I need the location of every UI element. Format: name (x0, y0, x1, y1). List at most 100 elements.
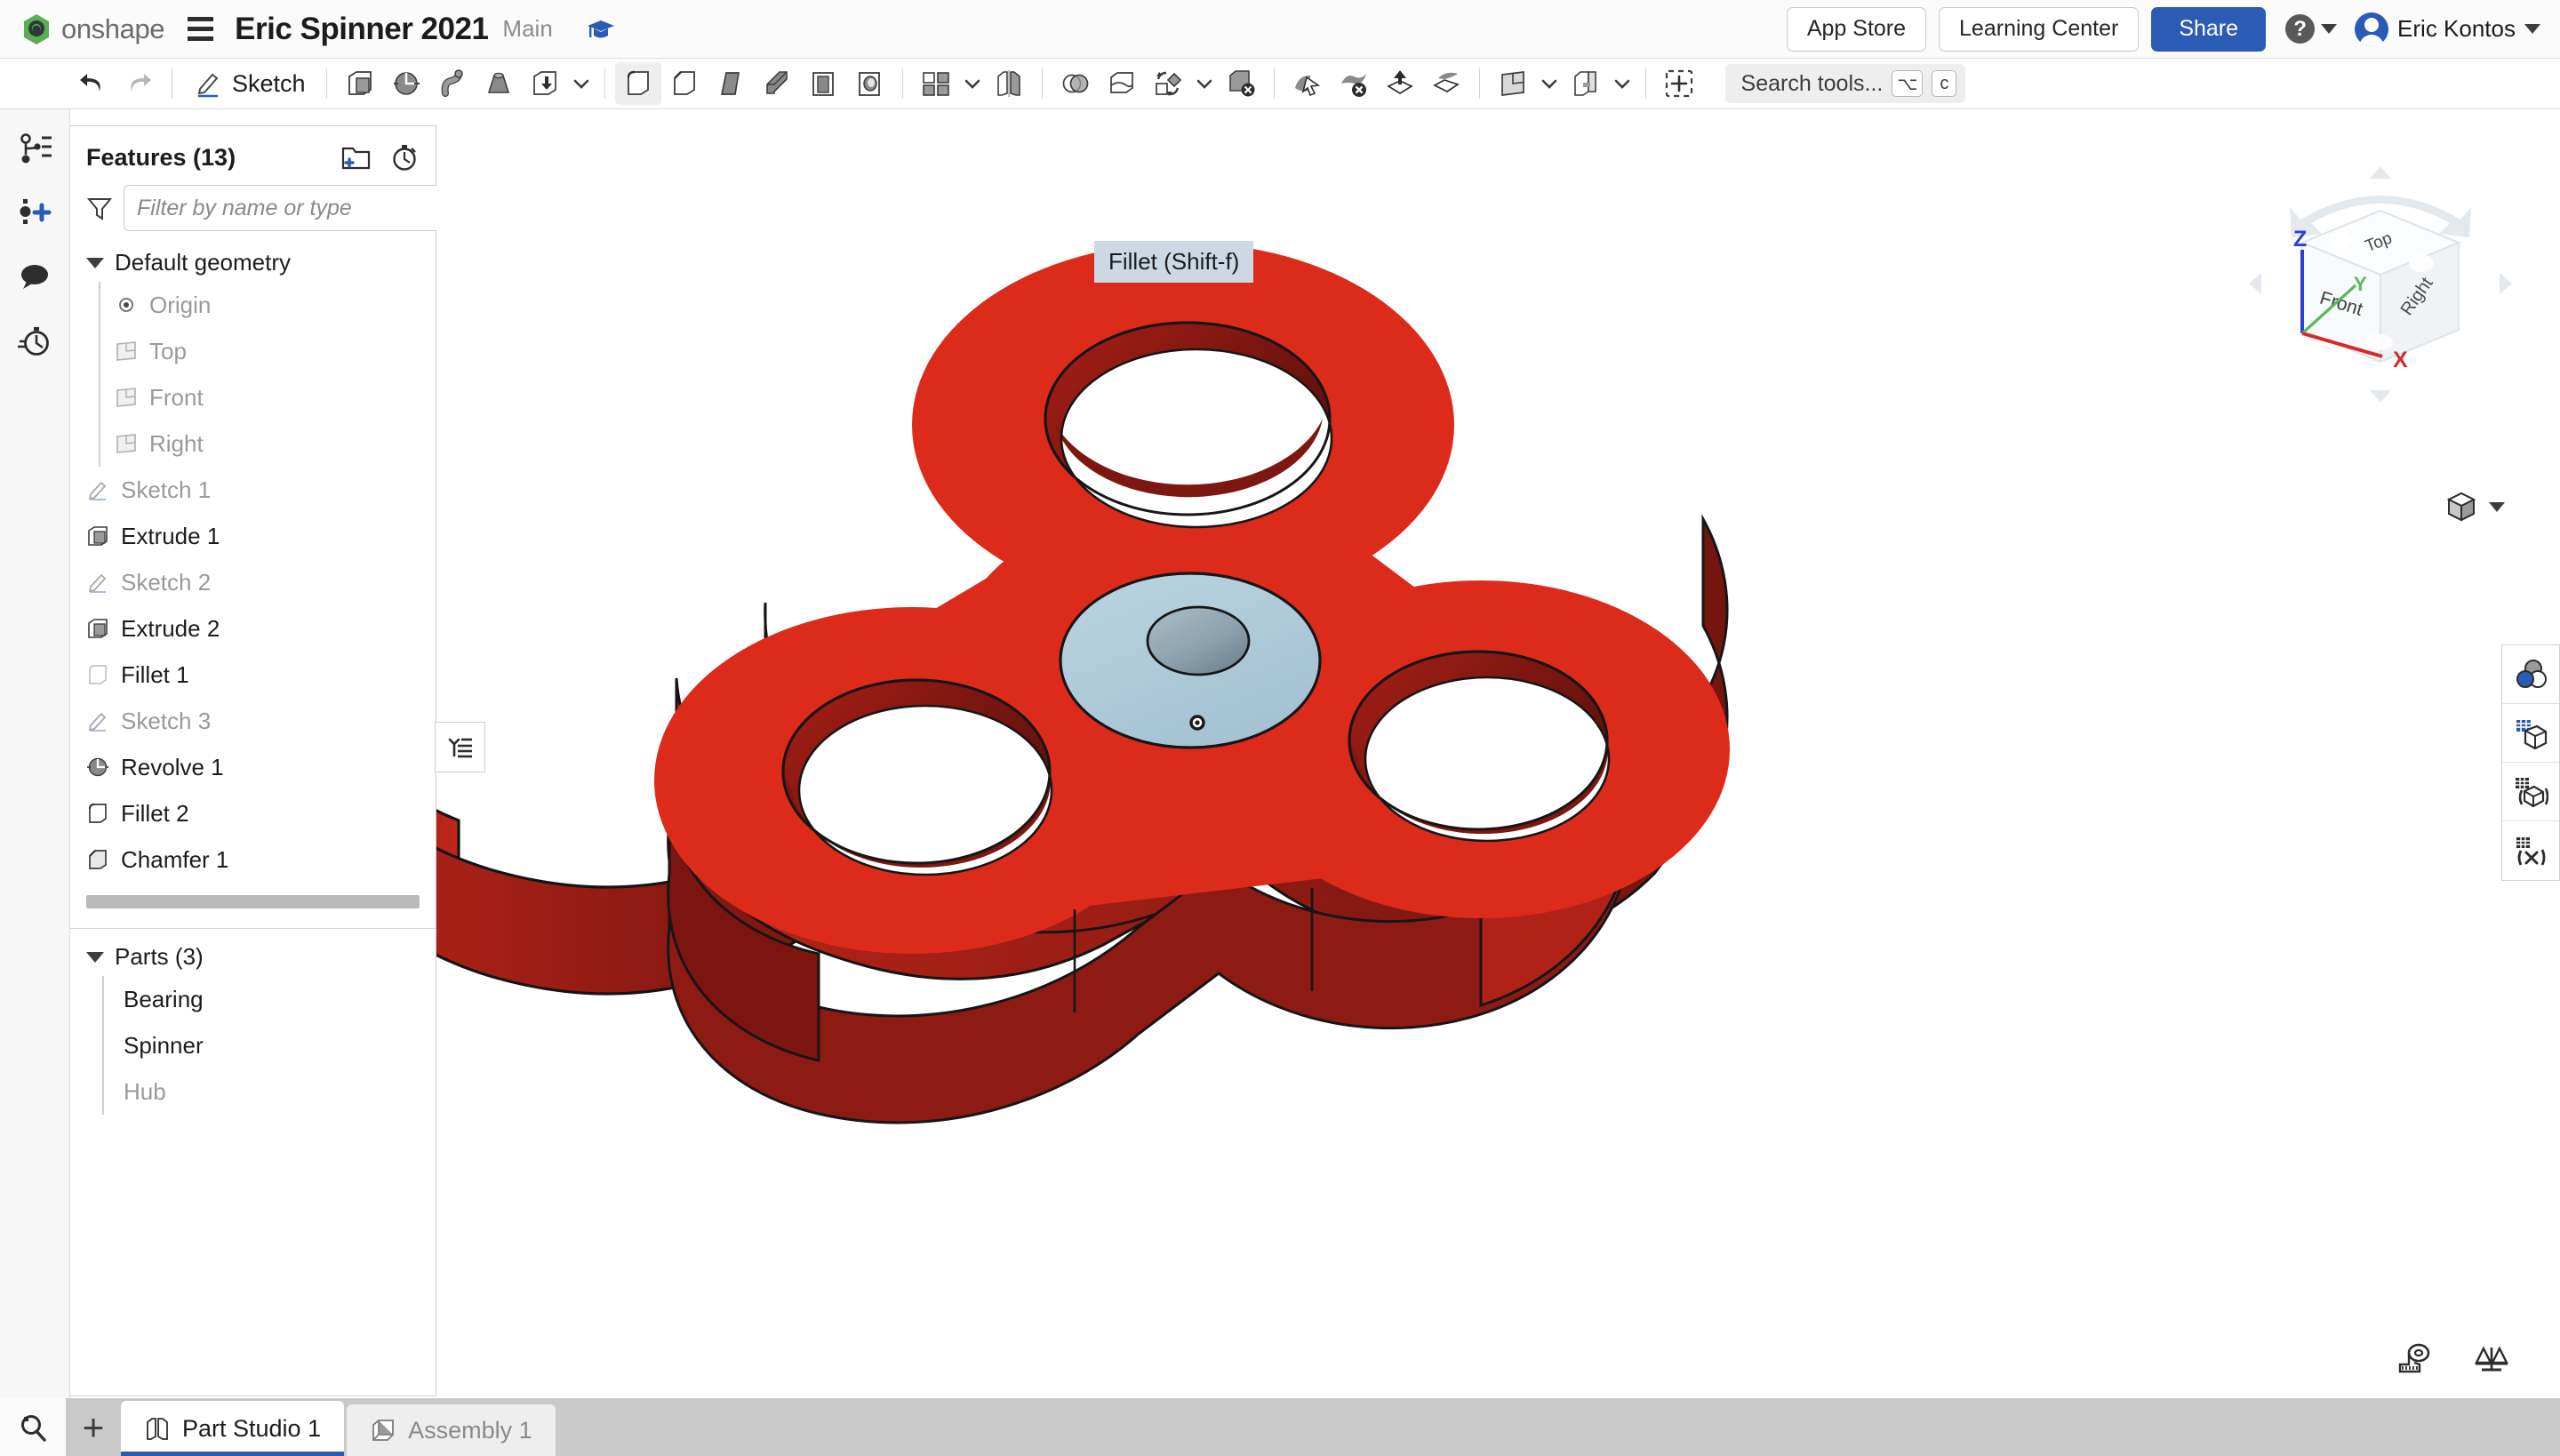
feature-tree-panel: Features (13) (70, 125, 436, 1396)
chevron-down-icon[interactable] (568, 62, 595, 105)
sketch-button[interactable]: Sketch (182, 62, 316, 105)
fidget-spinner-3d-model (436, 109, 2560, 1398)
draft-tool[interactable] (708, 62, 754, 105)
tape-measure-icon[interactable] (2395, 1338, 2436, 1379)
sidebar-item-insert-version[interactable] (11, 189, 59, 237)
right-sidebar (2501, 644, 2560, 881)
transform-tool[interactable] (1145, 62, 1191, 105)
hole-tool[interactable] (846, 62, 892, 105)
tree-item-revolve-1[interactable]: Revolve 1 (70, 744, 436, 790)
help-menu[interactable]: ? (2285, 14, 2337, 44)
add-tab-icon[interactable]: + (66, 1398, 121, 1456)
share-button[interactable]: Share (2151, 7, 2266, 52)
onshape-logo[interactable]: onshape (20, 12, 164, 46)
tree-item-front-plane[interactable]: Front (100, 374, 436, 420)
rib-tool[interactable] (754, 62, 800, 105)
scale-balance-icon[interactable] (2471, 1338, 2512, 1379)
tree-item-sketch-3[interactable]: Sketch 3 (70, 698, 436, 744)
pattern-tool[interactable] (913, 62, 959, 105)
part-properties-panel[interactable] (2502, 704, 2559, 763)
chevron-down-icon[interactable] (1191, 62, 1218, 105)
boolean-tool[interactable] (1052, 62, 1099, 105)
mirror-tool[interactable] (986, 62, 1032, 105)
tab-search-icon[interactable] (0, 1398, 66, 1456)
fillet-tool[interactable] (615, 62, 661, 105)
view-style-button[interactable] (2444, 490, 2505, 524)
sidebar-item-versions[interactable] (11, 125, 59, 173)
thicken-tool[interactable] (522, 62, 568, 105)
tree-item-sketch-1[interactable]: Sketch 1 (70, 467, 436, 513)
app-store-button[interactable]: App Store (1787, 7, 1926, 52)
tree-item-origin[interactable]: Origin (100, 282, 436, 328)
variables-panel[interactable] (2502, 821, 2559, 880)
tree-item-extrude-2[interactable]: Extrude 2 (70, 605, 436, 652)
tree-item-fillet-2[interactable]: Fillet 2 (70, 790, 436, 836)
chevron-down-icon[interactable] (1536, 62, 1563, 105)
tree-group-parts[interactable]: Parts (3) (70, 929, 436, 976)
rollback-timer-icon[interactable] (389, 142, 420, 172)
hamburger-menu-icon[interactable] (188, 17, 213, 41)
plane-tool[interactable] (1490, 62, 1536, 105)
undo-arrow-icon[interactable] (69, 62, 116, 105)
chamfer-tool[interactable] (661, 62, 708, 105)
insert-feature-tool[interactable] (1656, 62, 1702, 105)
user-menu[interactable]: Eric Kontos (2355, 12, 2540, 46)
tree-item-chamfer-1[interactable]: Chamfer 1 (70, 836, 436, 883)
help-question-icon: ? (2285, 14, 2315, 44)
model-canvas[interactable]: Fillet (Shift-f) (436, 109, 2560, 1398)
rollback-bar[interactable] (86, 895, 420, 908)
learning-center-button[interactable]: Learning Center (1939, 7, 2139, 52)
toolbar-divider (1274, 68, 1275, 99)
move-face-tool[interactable] (1377, 62, 1423, 105)
fillet-icon (86, 802, 109, 825)
tree-item-label: Extrude 1 (121, 523, 220, 550)
tree-item-right-plane[interactable]: Right (100, 420, 436, 467)
sketch-label: Sketch (232, 70, 306, 98)
shortcut-key-c: c (1932, 70, 1956, 97)
new-folder-icon[interactable] (341, 142, 372, 172)
graduation-cap-icon[interactable] (583, 12, 619, 47)
tree-group-default-geometry[interactable]: Default geometry (70, 244, 436, 282)
redo-arrow-icon[interactable] (116, 62, 162, 105)
toolbar-divider (1479, 68, 1480, 99)
view-cube[interactable]: Top Front Right Z Y X (2247, 164, 2514, 404)
loft-tool[interactable] (476, 62, 522, 105)
split-tool[interactable] (1099, 62, 1145, 105)
tree-item-extrude-1[interactable]: Extrude 1 (70, 513, 436, 559)
sketch-pencil-icon (86, 571, 109, 594)
appearance-panel[interactable] (2502, 645, 2559, 704)
tree-item-label: Origin (149, 292, 211, 319)
revolve-tool[interactable] (383, 62, 429, 105)
revolve-icon (86, 756, 109, 779)
collapse-tree-icon[interactable] (435, 722, 485, 772)
svg-text:X: X (2393, 348, 2408, 372)
sidebar-item-history[interactable] (11, 317, 59, 365)
chevron-down-icon[interactable] (959, 62, 986, 105)
tree-item-top-plane[interactable]: Top (100, 328, 436, 374)
sweep-tool[interactable] (429, 62, 476, 105)
part-label: Hub (124, 1078, 166, 1106)
part-item-hub[interactable]: Hub (104, 1068, 436, 1115)
extrude-tool[interactable] (337, 62, 383, 105)
tree-item-fillet-1[interactable]: Fillet 1 (70, 652, 436, 698)
tab-assembly-1[interactable]: Assembly 1 (347, 1404, 556, 1456)
delete-face-tool[interactable] (1331, 62, 1377, 105)
search-tools-input[interactable]: Search tools... ⌥ c (1725, 64, 1966, 103)
extend-surface-tool[interactable] (1284, 62, 1331, 105)
shell-tool[interactable] (800, 62, 846, 105)
delete-part-tool[interactable] (1218, 62, 1264, 105)
chevron-down-icon[interactable] (1609, 62, 1636, 105)
extrude-icon (86, 524, 109, 548)
chevron-down-icon (2321, 24, 2337, 34)
sidebar-item-comments[interactable] (11, 253, 59, 301)
configurations-panel[interactable] (2502, 763, 2559, 821)
part-item-bearing[interactable]: Bearing (104, 976, 436, 1022)
svg-text:Y: Y (2354, 273, 2367, 295)
feature-filter-input[interactable] (124, 185, 440, 231)
tab-part-studio-1[interactable]: Part Studio 1 (121, 1401, 344, 1456)
tree-item-sketch-2[interactable]: Sketch 2 (70, 559, 436, 605)
part-item-spinner[interactable]: Spinner (104, 1022, 436, 1068)
replace-face-tool[interactable] (1423, 62, 1469, 105)
derive-tool[interactable] (1563, 62, 1609, 105)
toolbar-divider (1042, 68, 1043, 99)
